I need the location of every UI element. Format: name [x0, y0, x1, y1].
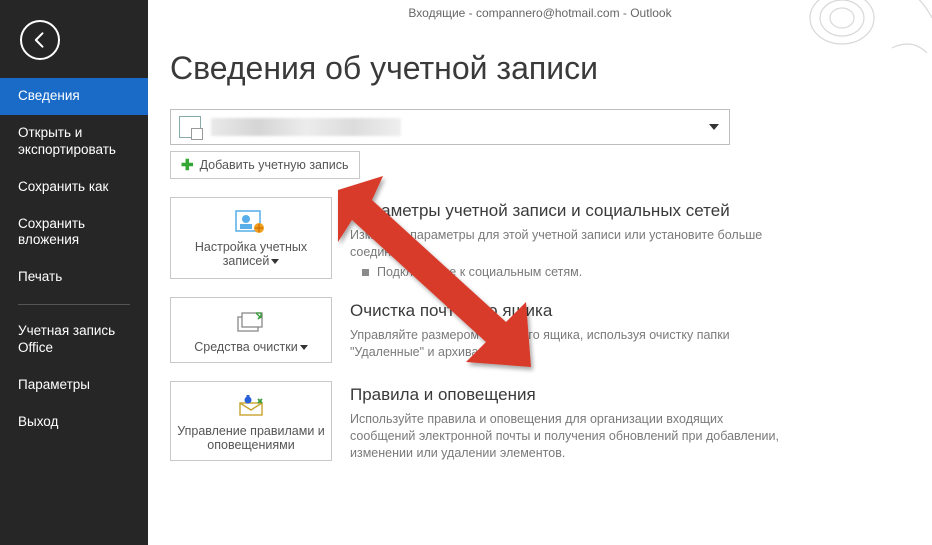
sidebar-item-info[interactable]: Сведения: [0, 78, 148, 115]
account-name-redacted: [211, 118, 401, 136]
tile-label: Средства очистки: [194, 340, 297, 354]
sidebar-item-office-account[interactable]: Учетная запись Office: [0, 313, 148, 367]
plus-icon: ✚: [181, 156, 194, 174]
section-heading: Очистка почтового ящика: [350, 301, 920, 321]
section-bullet: Подключение к социальным сетям.: [350, 265, 920, 279]
chevron-down-icon: [271, 259, 279, 264]
section-desc: Управляйте размером почтового ящика, исп…: [350, 327, 780, 361]
section-heading: Параметры учетной записи и социальных се…: [350, 201, 920, 221]
sidebar-item-exit[interactable]: Выход: [0, 404, 148, 441]
section-desc: Используйте правила и оповещения для орг…: [350, 411, 780, 462]
tile-account-settings[interactable]: Настройка учетных записей: [170, 197, 332, 279]
tile-label: Управление правилами и оповещениями: [177, 424, 325, 452]
tile-rules[interactable]: Управление правилами и оповещениями: [170, 381, 332, 462]
add-account-label: Добавить учетную запись: [200, 158, 349, 172]
page-title: Сведения об учетной записи: [170, 50, 920, 87]
sidebar-divider: [18, 304, 130, 305]
section-rules: Управление правилами и оповещениями Прав…: [170, 381, 920, 462]
sidebar-item-save-attachments[interactable]: Сохранить вложения: [0, 206, 148, 260]
chevron-down-icon: [709, 124, 719, 130]
sidebar-item-print[interactable]: Печать: [0, 259, 148, 296]
section-heading: Правила и оповещения: [350, 385, 920, 405]
section-cleanup: Средства очистки Очистка почтового ящика…: [170, 297, 920, 363]
sidebar-item-save-as[interactable]: Сохранить как: [0, 169, 148, 206]
back-button[interactable]: [20, 20, 60, 60]
arrow-left-icon: [30, 30, 50, 50]
window-title: Входящие - compannero@hotmail.com - Outl…: [148, 6, 932, 20]
cleanup-icon: [177, 308, 325, 336]
rules-icon: [177, 392, 325, 420]
section-account-settings: Настройка учетных записей Параметры учет…: [170, 197, 920, 279]
sidebar-item-options[interactable]: Параметры: [0, 367, 148, 404]
chevron-down-icon: [300, 345, 308, 350]
account-settings-icon: [177, 208, 325, 236]
backstage-sidebar: Сведения Открыть и экспортировать Сохран…: [0, 0, 148, 545]
add-account-button[interactable]: ✚ Добавить учетную запись: [170, 151, 360, 179]
account-selector-dropdown[interactable]: [170, 109, 730, 145]
sidebar-item-open-export[interactable]: Открыть и экспортировать: [0, 115, 148, 169]
section-desc: Измените параметры для этой учетной запи…: [350, 227, 780, 261]
content-area: Сведения об учетной записи ✚ Добавить уч…: [170, 50, 920, 461]
account-icon: [179, 116, 201, 138]
tile-cleanup[interactable]: Средства очистки: [170, 297, 332, 363]
tile-label: Настройка учетных записей: [195, 240, 307, 268]
